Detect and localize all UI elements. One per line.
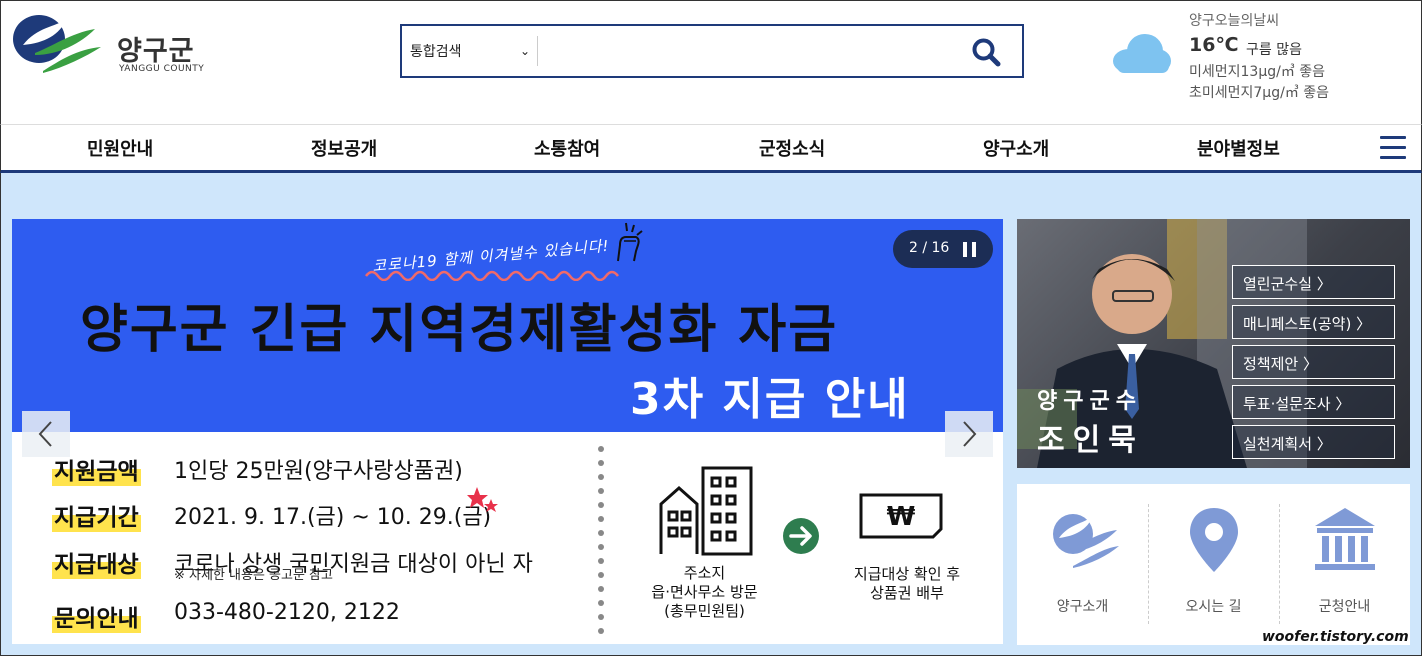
slide-counter: 2 / 16 [909,240,950,256]
sparkle-icon [467,487,498,512]
banner-headline: 양구군 긴급 지역경제활성화 자금 [80,300,839,360]
logo-text: 양구군 [117,36,195,67]
main-banner-slide[interactable]: 코로나19 함께 이겨낼수 있습니다! 양구군 긴급 지역경제활성화 자금 3차… [12,219,1003,644]
search-category-select[interactable]: 통합검색 ⌄ [410,39,534,63]
svg-text:₩: ₩ [887,502,916,532]
mayor-link-action-plan[interactable]: 실천계획서 〉 [1232,425,1395,459]
nav-item-info-disclosure[interactable]: 정보공개 [311,135,377,161]
info-value: 2021. 9. 17.(금) ~ 10. 29.(금) [174,505,492,530]
location-pin-icon [1190,508,1238,572]
nav-item-civil-service[interactable]: 민원안내 [87,135,153,161]
banner-bottom-area [12,432,1003,644]
next-slide-button[interactable] [945,411,993,457]
logo-subtitle: YANGGU COUNTY [119,64,205,74]
search-input[interactable] [547,36,947,66]
flow-step-line: 주소지 [683,564,726,582]
quick-links: 양구소개 오시는 길 군청안내 [1017,484,1410,645]
nav-item-participation[interactable]: 소통참여 [534,135,600,161]
mayor-title: 양구군수 [1037,389,1142,414]
main-content: 코로나19 함께 이겨낼수 있습니다! 양구군 긴급 지역경제활성화 자금 3차… [0,173,1422,656]
pause-icon[interactable] [963,242,977,257]
mayor-link-policy-proposal[interactable]: 정책제안 〉 [1232,345,1395,379]
info-label: 지원금액 [52,452,141,486]
cloud-icon [1113,34,1171,73]
flow-step-line: 지급대상 확인 후 [853,565,961,583]
search-bar: 통합검색 ⌄ [400,24,1024,78]
voucher-icon: ₩ [859,493,943,539]
government-building-icon [1315,508,1375,570]
chevron-right-icon [963,421,977,447]
mayor-link-open-office[interactable]: 열린군수실 〉 [1232,265,1395,299]
info-label: 지급대상 [52,545,141,579]
quick-link-label: 군청안내 [1318,599,1371,615]
fist-icon [617,222,643,262]
mayor-link-manifesto[interactable]: 매니페스토(공약) 〉 [1232,305,1395,339]
nav-item-county-news[interactable]: 군정소식 [759,135,825,161]
banner-subheadline: 3차 지급 안내 [630,374,910,425]
flow-step-line: (총무민원팀) [664,602,745,620]
county-logo-icon [1053,514,1119,568]
mayor-name: 조인묵 [1037,423,1144,458]
weather-temperature: 16℃ [1189,34,1239,56]
flow-step-visit: 주소지 읍·면사무소 방문 (총무민원팀) [632,564,777,621]
quick-link-office-guide[interactable]: 군청안내 [1279,484,1410,645]
flow-step-line: 상품권 배부 [870,584,944,602]
flow-step-distribute: 지급대상 확인 후 상품권 배부 [837,565,977,603]
dotted-divider [598,446,604,634]
slide-pager: 2 / 16 [893,230,993,268]
nav-item-about-yanggu[interactable]: 양구소개 [983,135,1049,161]
search-category-label: 통합검색 [410,44,462,60]
nav-item-field-info[interactable]: 분야별정보 [1197,135,1280,161]
fine-dust-status: 미세먼지13μg/㎥ 좋음 [1189,64,1326,80]
info-note: ※ 자세한 내용은 공고문 참고 [174,568,333,583]
info-value: 033-480-2120, 2122 [174,600,400,625]
office-building-icon [659,466,753,556]
watermark-text: woofer.tistory.com [1262,629,1409,645]
quick-link-label: 양구소개 [1056,599,1109,615]
site-header: 양구군 YANGGU COUNTY 통합검색 ⌄ 양구오늘의날씨 16℃ 구름 … [0,0,1422,124]
prev-slide-button[interactable] [22,411,70,457]
arrow-right-circle-icon [783,518,819,554]
weather-condition: 구름 많음 [1246,42,1302,58]
hamburger-icon[interactable] [1380,136,1406,160]
county-logo-icon [13,15,101,73]
county-logo[interactable]: 양구군 YANGGU COUNTY [11,9,211,79]
mayor-link-vote-survey[interactable]: 투표·설문조사 〉 [1232,385,1395,419]
quick-link-label: 오시는 길 [1185,599,1242,615]
ultrafine-dust-status: 초미세먼지7μg/㎥ 좋음 [1189,85,1330,101]
chevron-down-icon: ⌄ [519,44,530,58]
search-button[interactable] [968,34,1004,70]
mayor-panel: 양구군수 조인묵 열린군수실 〉 매니페스토(공약) 〉 정책제안 〉 투표·설… [1017,219,1410,468]
flow-step-line: 읍·면사무소 방문 [651,583,758,601]
search-icon [972,38,1001,67]
slogan-underline-decoration [365,270,619,281]
info-label: 지급기간 [52,498,141,532]
main-nav: 민원안내 정보공개 소통참여 군정소식 양구소개 분야별정보 [0,124,1422,173]
info-value: 1인당 25만원(양구사랑상품권) [174,459,463,484]
quick-link-about[interactable]: 양구소개 [1017,484,1148,645]
quick-link-directions[interactable]: 오시는 길 [1148,484,1279,645]
chevron-left-icon [38,421,52,447]
weather-title: 양구오늘의날씨 [1189,13,1280,29]
search-divider [537,36,538,66]
info-label: 문의안내 [52,599,141,633]
